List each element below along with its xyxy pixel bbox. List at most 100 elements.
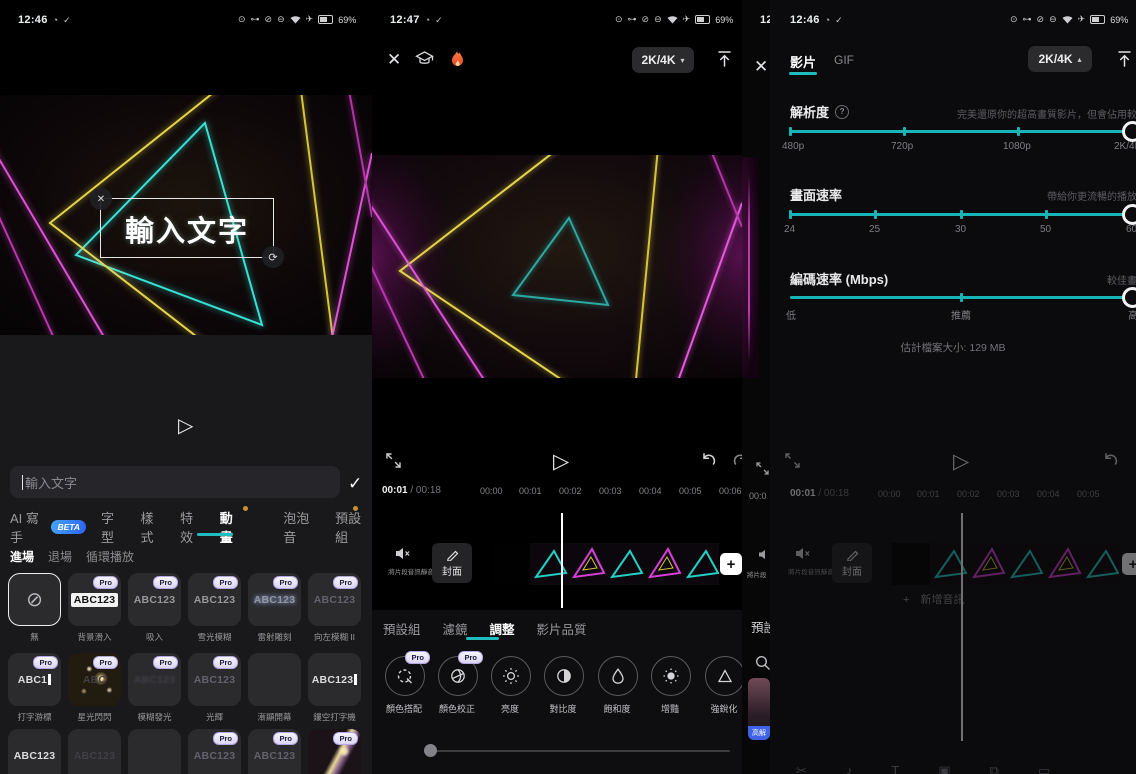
- tool-brightness[interactable]: 亮度: [491, 656, 529, 715]
- tool-contrast[interactable]: 對比度: [544, 656, 582, 715]
- dnd-icon: ⊖: [277, 14, 285, 25]
- anim-preset[interactable]: [128, 729, 181, 774]
- anim-preset[interactable]: ABC123: [68, 729, 121, 774]
- framerate-slider-track[interactable]: [790, 213, 1136, 216]
- resolution-slider-thumb[interactable]: [1122, 121, 1136, 142]
- add-clip-button[interactable]: +: [720, 553, 742, 575]
- anim-preset[interactable]: ABC123 Pro: [248, 729, 301, 774]
- close-editor-button[interactable]: ✕: [387, 50, 401, 70]
- timeline-ruler[interactable]: 00:00 · 00:01 · 00:02 · 00:03 · 00:04 · …: [372, 486, 742, 498]
- search-icon[interactable]: [755, 655, 770, 671]
- key-icon: ⊶: [251, 14, 260, 25]
- adjust-slider-thumb[interactable]: [424, 744, 437, 757]
- export-quality-dropdown[interactable]: 2K/4K ▾: [632, 47, 694, 73]
- subtab-loop[interactable]: 循環播放: [86, 548, 134, 565]
- close-button-fragment[interactable]: ✕: [754, 57, 768, 77]
- tab-gif[interactable]: GIF: [834, 53, 854, 67]
- tool-vibrance[interactable]: 增豔: [651, 656, 689, 715]
- pro-badge: Pro: [333, 576, 358, 589]
- video-sliver: [742, 157, 759, 378]
- battery-icon: [318, 15, 333, 24]
- undo-button[interactable]: [700, 452, 717, 468]
- mute-clip-audio-icon[interactable]: [395, 546, 412, 561]
- export-button[interactable]: [716, 50, 733, 68]
- play-button-left[interactable]: ▷: [178, 413, 193, 438]
- export-button[interactable]: [1116, 50, 1133, 68]
- anim-preset[interactable]: ABC1 Pro 打字游標: [8, 653, 61, 723]
- tab-ai-writer[interactable]: AI 寫手 BETA: [10, 508, 86, 546]
- key-icon: ⊶: [1023, 14, 1032, 25]
- tool-color-correct[interactable]: Pro 顏色校正: [438, 656, 476, 715]
- text-input[interactable]: 輸入文字: [10, 466, 340, 498]
- pro-badge: Pro: [273, 576, 298, 589]
- adjust-sheet: 預設組 濾鏡 調整 影片品質 Pro 顏色搭配 Pro 顏色校正: [372, 610, 742, 774]
- resolution-slider-track[interactable]: [790, 130, 1136, 133]
- close-icon: ✕: [387, 50, 401, 69]
- trending-flame-icon[interactable]: [449, 48, 466, 69]
- anim-preset[interactable]: ABC123 Pro 向左模糊 II: [308, 573, 361, 643]
- timeline-clip[interactable]: [492, 543, 719, 590]
- anim-preset[interactable]: ABC123 Pro 吸入: [128, 573, 181, 643]
- anim-preset[interactable]: ABC Pro 星光閃閃: [68, 653, 121, 723]
- video-preview-left[interactable]: 輸入文字 ✕ ⟳: [0, 95, 372, 335]
- tab-video[interactable]: 影片: [790, 52, 816, 71]
- tab-bubble[interactable]: 泡泡音: [283, 508, 320, 546]
- anim-preset[interactable]: Pro: [308, 729, 361, 774]
- bitrate-slider-track[interactable]: [790, 296, 1136, 299]
- delete-text-handle[interactable]: ✕: [90, 188, 112, 210]
- status-time: 12:46: [790, 14, 820, 26]
- tab-font[interactable]: 字型: [101, 508, 126, 546]
- new-dot-preset: [353, 506, 358, 511]
- status-time: 12:46: [18, 14, 48, 26]
- fullscreen-button[interactable]: [385, 452, 402, 469]
- pro-badge: Pro: [33, 656, 58, 669]
- tab-preset[interactable]: 預設組: [335, 508, 372, 546]
- play-icon: ▷: [953, 450, 969, 473]
- framerate-slider-thumb[interactable]: [1122, 204, 1136, 225]
- anim-preset[interactable]: ABC123: [8, 729, 61, 774]
- export-quality-dropdown[interactable]: 2K/4K ▴: [1028, 46, 1092, 72]
- pro-badge: Pro: [93, 576, 118, 589]
- preset-avatar-thumbnail[interactable]: 高解: [748, 678, 770, 740]
- playhead[interactable]: [561, 513, 563, 608]
- anim-none[interactable]: ⊘ 無: [8, 573, 61, 643]
- tab-presets[interactable]: 預設組: [383, 619, 421, 638]
- anim-preset[interactable]: ABC123 Pro: [188, 729, 241, 774]
- text-selection-box[interactable]: 輸入文字 ✕ ⟳: [100, 198, 274, 258]
- video-preview-mid[interactable]: [372, 155, 742, 378]
- anim-preset[interactable]: ABC123 Pro 雷射雕刻: [248, 573, 301, 643]
- mute-label-fragment: 將片段: [747, 569, 767, 579]
- help-icon[interactable]: ?: [835, 105, 849, 119]
- anim-preset[interactable]: ABC123 Pro 光輝: [188, 653, 241, 723]
- confirm-button[interactable]: ✓: [348, 474, 362, 494]
- tab-adjust[interactable]: 調整: [490, 619, 515, 638]
- subtab-enter[interactable]: 進場: [10, 548, 34, 565]
- tool-sharpen[interactable]: 強銳化: [705, 656, 743, 715]
- anim-preset[interactable]: 漸顯開幕: [248, 653, 301, 723]
- pro-badge: Pro: [273, 732, 298, 745]
- bitrate-slider-thumb[interactable]: [1122, 287, 1136, 308]
- tab-animation[interactable]: 動畫: [220, 508, 245, 546]
- active-tab-underline: [197, 533, 233, 536]
- rotate-scale-handle[interactable]: ⟳: [262, 246, 284, 268]
- tab-style[interactable]: 樣式: [141, 508, 166, 546]
- anim-preset[interactable]: ABC123 鏤空打字機: [308, 653, 361, 723]
- tutorial-cap-icon[interactable]: [415, 50, 434, 68]
- clip-thumbnails: [492, 543, 719, 585]
- animation-grid-row3: ABC123 ABC123 ABC123 Pro ABC123 Pro Pro: [8, 729, 361, 774]
- cover-button[interactable]: 封面: [432, 543, 472, 583]
- tool-saturation[interactable]: 飽和度: [598, 656, 636, 715]
- play-button-mid[interactable]: ▷: [553, 449, 569, 474]
- tab-effect[interactable]: 特效: [180, 508, 205, 546]
- tab-video-quality[interactable]: 影片品質: [537, 619, 587, 638]
- tab-filters[interactable]: 濾鏡: [443, 619, 468, 638]
- color-match-icon: [396, 667, 414, 685]
- anim-preset[interactable]: ABC123 Pro 背景滑入: [68, 573, 121, 643]
- tool-color-match[interactable]: Pro 顏色搭配: [385, 656, 423, 715]
- plus-icon: +: [727, 556, 736, 573]
- status-time: 12:47: [390, 14, 420, 26]
- anim-preset[interactable]: ABC123 Pro 模糊發光: [128, 653, 181, 723]
- anim-preset[interactable]: ABC123 Pro 雪光模糊: [188, 573, 241, 643]
- adjust-value-slider[interactable]: [430, 750, 730, 752]
- subtab-exit[interactable]: 退場: [48, 548, 72, 565]
